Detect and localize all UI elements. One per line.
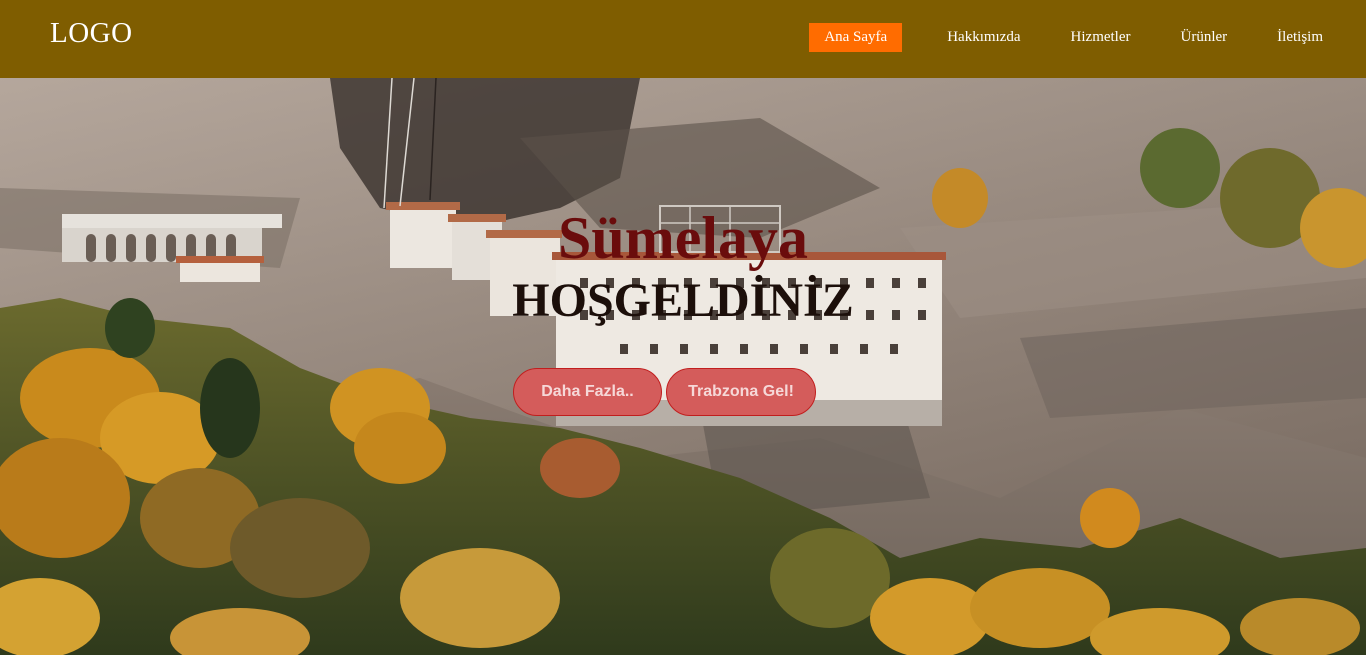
more-button[interactable]: Daha Fazla.. xyxy=(513,368,662,416)
nav-item-hakkimizda[interactable]: Hakkımızda xyxy=(932,23,1035,52)
hero-title: Sümelaya HOŞGELDİNİZ xyxy=(0,205,1366,328)
site-header: LOGO Ana Sayfa Hakkımızda Hizmetler Ürün… xyxy=(0,0,1366,78)
hero-buttons: Daha Fazla.. Trabzona Gel! xyxy=(513,368,816,416)
nav-item-urunler[interactable]: Ürünler xyxy=(1166,23,1243,52)
main-nav: Ana Sayfa Hakkımızda Hizmetler Ürünler İ… xyxy=(809,23,1366,52)
hero-section: Sümelaya HOŞGELDİNİZ Daha Fazla.. Trabzo… xyxy=(0,78,1366,655)
nav-item-hizmetler[interactable]: Hizmetler xyxy=(1056,23,1146,52)
nav-item-ana-sayfa[interactable]: Ana Sayfa xyxy=(809,23,903,52)
visit-trabzon-button[interactable]: Trabzona Gel! xyxy=(666,368,816,416)
hero-background-image xyxy=(0,78,1366,655)
page: LOGO Ana Sayfa Hakkımızda Hizmetler Ürün… xyxy=(0,0,1366,655)
hero-title-line1: Sümelaya xyxy=(557,205,809,271)
logo[interactable]: LOGO xyxy=(50,17,133,50)
nav-item-iletisim[interactable]: İletişim xyxy=(1262,23,1338,52)
hero-title-line2: HOŞGELDİNİZ xyxy=(512,274,854,327)
